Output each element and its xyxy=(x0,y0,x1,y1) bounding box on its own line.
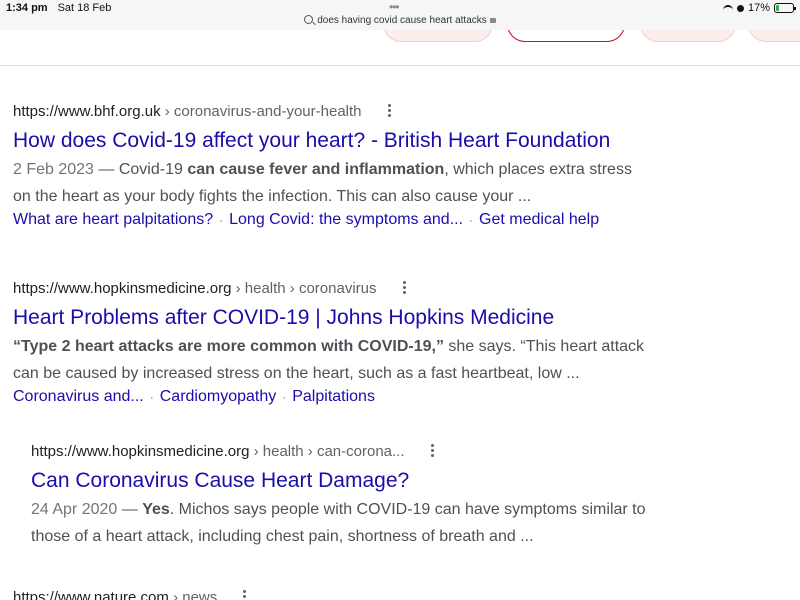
battery-icon xyxy=(774,3,796,13)
result-date: 2 Feb 2023 xyxy=(13,160,94,178)
filter-chip-active[interactable] xyxy=(507,30,625,42)
snippet-bold: Yes xyxy=(142,500,170,518)
result-date: 24 Apr 2020 xyxy=(31,500,118,518)
snippet-text: — xyxy=(117,500,143,518)
status-date: Sat 18 Feb xyxy=(57,2,112,14)
result-path: › coronavirus-and-your-health xyxy=(160,103,362,120)
battery-percent: 17% xyxy=(747,2,770,14)
search-icon xyxy=(304,15,314,24)
result-breadcrumb[interactable]: https://www.nature.com › news xyxy=(13,589,247,600)
result-path: › health › can-corona... xyxy=(249,443,405,460)
snippet-text: she says. “This heart attack xyxy=(443,337,645,355)
multitasking-dots-icon[interactable]: ••• xyxy=(389,1,400,13)
sitelink[interactable]: Cardiomyopathy xyxy=(160,388,277,405)
snippet-text: those of a heart attack, including chest… xyxy=(31,527,534,545)
result-title-link[interactable]: How does Covid-19 affect your heart? - B… xyxy=(13,129,632,153)
result-breadcrumb[interactable]: https://www.hopkinsmedicine.org › health… xyxy=(31,443,646,461)
status-time-date: 1:34 pm Sat 18 Feb xyxy=(6,2,111,14)
address-bar[interactable]: does having covid cause heart attacks xyxy=(0,14,800,26)
filter-chip[interactable] xyxy=(748,30,800,42)
more-options-icon[interactable] xyxy=(402,279,407,296)
sitelink[interactable]: Get medical help xyxy=(479,211,599,228)
address-text: does having covid cause heart attacks xyxy=(317,15,487,26)
filter-chip[interactable] xyxy=(640,30,736,42)
sitelinks: What are heart palpitations? · Long Covid:… xyxy=(13,211,632,229)
search-result: https://www.hopkinsmedicine.org › health… xyxy=(13,280,644,406)
result-domain: https://www.nature.com xyxy=(13,589,169,600)
result-snippet: 2 Feb 2023 — Covid-19 can cause fever an… xyxy=(13,156,632,210)
result-breadcrumb[interactable]: https://www.hopkinsmedicine.org › health… xyxy=(13,280,644,298)
search-result: https://www.bhf.org.uk › coronavirus-and… xyxy=(13,103,632,229)
filter-chip[interactable] xyxy=(383,30,493,42)
result-breadcrumb[interactable]: https://www.bhf.org.uk › coronavirus-and… xyxy=(13,103,632,121)
result-domain: https://www.hopkinsmedicine.org xyxy=(31,443,250,460)
sitelink[interactable]: Coronavirus and... xyxy=(13,388,144,405)
more-options-icon[interactable] xyxy=(430,442,435,459)
search-result-indented: https://www.hopkinsmedicine.org › health… xyxy=(31,443,646,550)
separator: · xyxy=(282,389,287,404)
search-result: https://www.nature.com › news xyxy=(13,589,247,600)
sitelinks: Coronavirus and... · Cardiomyopathy · Palpit… xyxy=(13,388,644,406)
result-title-link[interactable]: Heart Problems after COVID-19 | Johns Ho… xyxy=(13,306,644,330)
status-bar: 1:34 pm Sat 18 Feb ••• does having covid … xyxy=(0,0,800,30)
wifi-icon xyxy=(722,4,733,12)
separator: · xyxy=(219,212,224,227)
alarm-icon xyxy=(736,4,744,12)
result-path: › news xyxy=(168,589,218,600)
lock-icon xyxy=(489,18,496,23)
sitelink[interactable]: Long Covid: the symptoms and... xyxy=(229,211,463,228)
result-title-link[interactable]: Can Coronavirus Cause Heart Damage? xyxy=(31,469,646,493)
snippet-text: — Covid-19 xyxy=(93,160,188,178)
snippet-text: can be caused by increased stress on the… xyxy=(13,364,580,382)
snippet-text: , which places extra stress xyxy=(444,160,632,178)
result-snippet: 24 Apr 2020 — Yes. Michos says people wi… xyxy=(31,496,646,550)
separator: · xyxy=(149,389,154,404)
filter-chips xyxy=(0,30,800,66)
sitelink[interactable]: Palpitations xyxy=(292,388,375,405)
result-snippet: “Type 2 heart attacks are more common wi… xyxy=(13,333,644,387)
snippet-bold: can cause fever and inflammation xyxy=(187,160,445,178)
separator: · xyxy=(469,212,474,227)
result-domain: https://www.bhf.org.uk xyxy=(13,103,161,120)
snippet-text: . Michos says people with COVID-19 can h… xyxy=(169,500,646,518)
sitelink[interactable]: What are heart palpitations? xyxy=(13,211,213,228)
status-time: 1:34 pm xyxy=(6,2,48,14)
snippet-text: on the heart as your body fights the inf… xyxy=(13,187,532,205)
more-options-icon[interactable] xyxy=(243,588,247,600)
result-domain: https://www.hopkinsmedicine.org xyxy=(13,280,232,297)
more-options-icon[interactable] xyxy=(387,102,392,119)
snippet-bold: “Type 2 heart attacks are more common wi… xyxy=(13,337,444,355)
result-path: › health › coronavirus xyxy=(231,280,377,297)
status-indicators: 17% xyxy=(722,2,796,14)
